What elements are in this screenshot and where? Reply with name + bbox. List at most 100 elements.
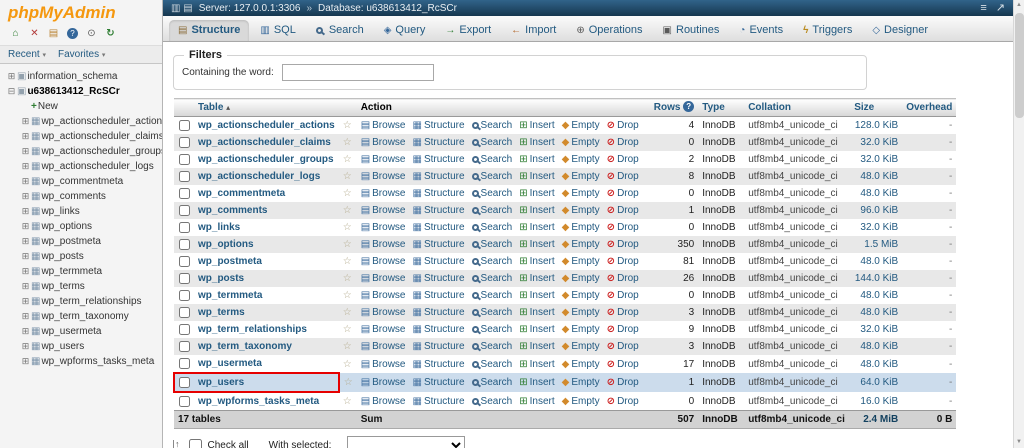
header-size[interactable]: Size	[850, 99, 902, 117]
drop-action-link[interactable]: ⊘Drop	[607, 377, 639, 388]
search-action-link[interactable]: Search	[472, 188, 513, 199]
tree-expander-icon[interactable]: ⊞	[20, 279, 31, 294]
insert-action-link[interactable]: ⊞Insert	[519, 154, 554, 165]
empty-action-link[interactable]: ◆Empty	[562, 239, 600, 250]
favorite-star-icon[interactable]: ☆	[343, 188, 352, 199]
insert-action-link[interactable]: ⊞Insert	[519, 377, 554, 388]
browse-action-link[interactable]: ▤Browse	[361, 377, 406, 388]
empty-action-link[interactable]: ◆Empty	[562, 307, 600, 318]
table-name-link[interactable]: wp_comments	[198, 205, 267, 216]
window-icon[interactable]: ↗	[996, 3, 1005, 14]
tab-import[interactable]: ←Import	[502, 20, 565, 41]
favorite-star-icon[interactable]: ☆	[343, 205, 352, 216]
drop-action-link[interactable]: ⊘Drop	[607, 188, 639, 199]
browse-action-link[interactable]: ▤Browse	[361, 324, 406, 335]
browse-action-link[interactable]: ▤Browse	[361, 188, 406, 199]
table-name-link[interactable]: wp_actionscheduler_logs	[198, 171, 320, 182]
header-rows[interactable]: Rows ?	[650, 99, 698, 117]
drop-action-link[interactable]: ⊘Drop	[607, 154, 639, 165]
tree-item-wp_postmeta[interactable]: ⊞▦wp_postmeta	[2, 234, 160, 249]
browse-action-link[interactable]: ▤Browse	[361, 239, 406, 250]
empty-action-link[interactable]: ◆Empty	[562, 154, 600, 165]
tree-item-wp_termmeta[interactable]: ⊞▦wp_termmeta	[2, 264, 160, 279]
structure-action-link[interactable]: ▦Structure	[413, 171, 465, 182]
structure-action-link[interactable]: ▦Structure	[413, 324, 465, 335]
tree-item-wp_term_taxonomy[interactable]: ⊞▦wp_term_taxonomy	[2, 309, 160, 324]
drop-action-link[interactable]: ⊘Drop	[607, 359, 639, 370]
tree-expander-icon[interactable]: ⊞	[6, 69, 17, 84]
tree-expander-icon[interactable]: ⊞	[20, 129, 31, 144]
tree-expander-icon[interactable]: ⊞	[20, 219, 31, 234]
empty-action-link[interactable]: ◆Empty	[562, 273, 600, 284]
tree-item-wp_options[interactable]: ⊞▦wp_options	[2, 219, 160, 234]
row-checkbox[interactable]	[179, 137, 190, 148]
browse-action-link[interactable]: ▤Browse	[361, 359, 406, 370]
structure-action-link[interactable]: ▦Structure	[413, 377, 465, 388]
insert-action-link[interactable]: ⊞Insert	[519, 239, 554, 250]
tree-expander-icon[interactable]: ⊞	[20, 114, 31, 129]
tree-item-u638613412_RcSCr[interactable]: ⊟▣u638613412_RcSCr	[2, 84, 160, 99]
empty-action-link[interactable]: ◆Empty	[562, 222, 600, 233]
favorite-star-icon[interactable]: ☆	[343, 239, 352, 250]
drop-action-link[interactable]: ⊘Drop	[607, 273, 639, 284]
row-checkbox[interactable]	[179, 377, 190, 388]
tree-item-wp_comments[interactable]: ⊞▦wp_comments	[2, 189, 160, 204]
insert-action-link[interactable]: ⊞Insert	[519, 396, 554, 407]
insert-action-link[interactable]: ⊞Insert	[519, 341, 554, 352]
check-all-label[interactable]: Check all	[208, 440, 249, 448]
search-action-link[interactable]: Search	[472, 222, 513, 233]
search-action-link[interactable]: Search	[472, 137, 513, 148]
header-type[interactable]: Type	[698, 99, 744, 117]
structure-action-link[interactable]: ▦Structure	[413, 307, 465, 318]
rows-help-icon[interactable]: ?	[683, 101, 694, 112]
structure-action-link[interactable]: ▦Structure	[413, 396, 465, 407]
browse-action-link[interactable]: ▤Browse	[361, 273, 406, 284]
drop-action-link[interactable]: ⊘Drop	[607, 120, 639, 131]
browse-action-link[interactable]: ▤Browse	[361, 154, 406, 165]
structure-action-link[interactable]: ▦Structure	[413, 205, 465, 216]
favorite-star-icon[interactable]: ☆	[343, 341, 352, 352]
tree-expander-icon[interactable]: ⊞	[20, 249, 31, 264]
table-name-link[interactable]: wp_usermeta	[198, 358, 262, 369]
drop-action-link[interactable]: ⊘Drop	[607, 205, 639, 216]
header-overhead[interactable]: Overhead	[902, 99, 956, 117]
table-name-link[interactable]: wp_posts	[198, 273, 244, 284]
row-checkbox[interactable]	[179, 222, 190, 233]
empty-action-link[interactable]: ◆Empty	[562, 324, 600, 335]
tab-query[interactable]: ◈Query	[375, 20, 435, 41]
tree-expander-icon[interactable]: ⊞	[20, 234, 31, 249]
drop-action-link[interactable]: ⊘Drop	[607, 137, 639, 148]
browse-action-link[interactable]: ▤Browse	[361, 256, 406, 267]
table-name-link[interactable]: wp_postmeta	[198, 256, 262, 267]
empty-action-link[interactable]: ◆Empty	[562, 171, 600, 182]
breadcrumb-database[interactable]: Database: u638613412_RcSCr	[318, 3, 457, 14]
search-action-link[interactable]: Search	[472, 341, 513, 352]
drop-action-link[interactable]: ⊘Drop	[607, 171, 639, 182]
table-name-link[interactable]: wp_actionscheduler_claims	[198, 137, 331, 148]
structure-action-link[interactable]: ▦Structure	[413, 273, 465, 284]
header-collation[interactable]: Collation	[744, 99, 850, 117]
row-checkbox[interactable]	[179, 273, 190, 284]
tab-sql[interactable]: ▥SQL	[251, 20, 304, 41]
tree-item-wp_actionscheduler_logs[interactable]: ⊞▦wp_actionscheduler_logs	[2, 159, 160, 174]
tree-expander-icon[interactable]: ⊞	[20, 144, 31, 159]
tree-expander-icon[interactable]: ⊞	[20, 174, 31, 189]
browse-action-link[interactable]: ▤Browse	[361, 120, 406, 131]
drop-action-link[interactable]: ⊘Drop	[607, 324, 639, 335]
row-checkbox[interactable]	[179, 154, 190, 165]
tree-item-wp_actionscheduler_actions[interactable]: ⊞▦wp_actionscheduler_actions	[2, 114, 160, 129]
insert-action-link[interactable]: ⊞Insert	[519, 256, 554, 267]
containing-word-input[interactable]	[282, 64, 434, 81]
row-checkbox[interactable]	[179, 324, 190, 335]
empty-action-link[interactable]: ◆Empty	[562, 396, 600, 407]
search-action-link[interactable]: Search	[472, 307, 513, 318]
with-selected-select[interactable]	[347, 436, 465, 448]
settings-icon[interactable]: ⊙	[84, 26, 99, 41]
browse-action-link[interactable]: ▤Browse	[361, 290, 406, 301]
row-checkbox[interactable]	[179, 239, 190, 250]
favorite-star-icon[interactable]: ☆	[343, 359, 352, 370]
breadcrumb-server[interactable]: Server: 127.0.0.1:3306	[199, 3, 301, 14]
tree-expander-icon[interactable]: ⊞	[20, 204, 31, 219]
insert-action-link[interactable]: ⊞Insert	[519, 137, 554, 148]
structure-action-link[interactable]: ▦Structure	[413, 137, 465, 148]
